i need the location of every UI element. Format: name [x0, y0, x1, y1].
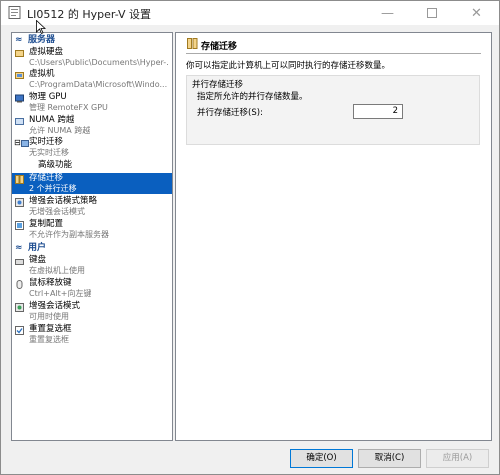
storage-migration-icon: [187, 38, 198, 49]
item-sublabel: 无增强会话模式: [29, 207, 85, 216]
sidebar-item-physical-gpu[interactable]: 物理 GPU 管理 RemoteFX GPU: [12, 92, 172, 113]
sidebar-item-live-migration[interactable]: ⊟ 实时迁移 无实时迁移: [12, 137, 172, 158]
item-sublabel: C:\Users\Public\Documents\Hyper-...: [29, 58, 169, 67]
sidebar-item-replication[interactable]: 复制配置 不允许作为副本服务器: [12, 219, 172, 240]
header-divider: [186, 53, 481, 54]
mouse-icon: [16, 280, 23, 289]
hyperv-settings-icon: [8, 6, 21, 19]
storage-migration-icon: [15, 175, 24, 184]
numa-icon: [15, 118, 24, 125]
expand-icon: ⊟: [14, 138, 21, 147]
sidebar-item-advanced-features[interactable]: 高级功能: [12, 160, 172, 172]
virtual-machine-icon: [15, 72, 24, 79]
sidebar-item-enhanced-session[interactable]: 增强会话模式 可用时使用: [12, 301, 172, 322]
enhanced-session-icon: [15, 303, 24, 312]
ok-button[interactable]: 确定(O): [290, 449, 353, 468]
maximize-button[interactable]: [409, 1, 454, 25]
parallel-migrations-input[interactable]: 2: [353, 104, 403, 119]
sidebar-item-enhanced-session-policy[interactable]: 增强会话模式策略 无增强会话模式: [12, 196, 172, 217]
section-user-label: 用户: [28, 243, 47, 253]
panel-title: 存储迁移: [201, 42, 238, 52]
item-sublabel: C:\ProgramData\Microsoft\Windo...: [29, 80, 168, 89]
sidebar-item-virtual-machine[interactable]: 虚拟机 C:\ProgramData\Microsoft\Windo...: [12, 69, 172, 90]
item-sublabel: 在虚拟机上使用: [29, 266, 85, 275]
settings-nav: ≈ 服务器 虚拟硬盘 C:\Users\Public\Documents\Hyp…: [11, 32, 173, 441]
close-button[interactable]: ✕: [454, 1, 499, 25]
panel-description: 你可以指定此计算机上可以同时执行的存储迁移数量。: [186, 61, 391, 71]
settings-panel: 存储迁移 你可以指定此计算机上可以同时执行的存储迁移数量。 并行存储迁移 指定所…: [175, 32, 492, 441]
section-user[interactable]: ≈ 用户: [12, 243, 172, 254]
maximize-icon: [426, 8, 437, 18]
item-sublabel: 不允许作为副本服务器: [29, 230, 109, 239]
item-sublabel: Ctrl+Alt+向左键: [29, 289, 92, 298]
mouse-cursor-icon: [36, 20, 46, 35]
group-title: 并行存储迁移: [192, 80, 244, 90]
cancel-button[interactable]: 取消(C): [358, 449, 421, 468]
collapse-chevron-icon: ≈: [15, 243, 23, 253]
enhanced-session-policy-icon: [15, 198, 24, 207]
sidebar-item-numa[interactable]: NUMA 跨越 允许 NUMA 跨越: [12, 115, 172, 136]
item-sublabel: 重置复选框: [29, 335, 69, 344]
item-label: 高级功能: [38, 160, 73, 170]
close-icon: ✕: [471, 5, 482, 21]
keyboard-icon: [15, 259, 24, 265]
item-sublabel: 无实时迁移: [29, 148, 69, 157]
item-sublabel: 管理 RemoteFX GPU: [29, 103, 108, 112]
parallel-migrations-label: 并行存储迁移(S):: [197, 108, 263, 118]
section-server-label: 服务器: [28, 35, 56, 45]
parallel-migrations-value: 2: [392, 106, 398, 116]
collapse-chevron-icon: ≈: [15, 35, 23, 45]
parallel-migrations-group: 并行存储迁移 指定所允许的并行存储数量。 并行存储迁移(S): 2: [186, 75, 480, 145]
sidebar-item-mouse-release[interactable]: 鼠标释放键 Ctrl+Alt+向左键: [12, 278, 172, 299]
title-bar: LI0512 的 Hyper-V 设置 — ✕: [1, 1, 499, 25]
sidebar-item-storage-migration[interactable]: 存储迁移 2 个并行迁移: [12, 173, 172, 194]
item-sublabel: 允许 NUMA 跨越: [29, 126, 91, 135]
group-description: 指定所允许的并行存储数量。: [197, 92, 308, 102]
sidebar-item-keyboard[interactable]: 键盘 在虚拟机上使用: [12, 255, 172, 276]
settings-window: LI0512 的 Hyper-V 设置 — ✕ ≈ 服务器 虚拟硬盘 C:\Us…: [0, 0, 500, 475]
minimize-icon: —: [381, 5, 394, 21]
minimize-button[interactable]: —: [365, 1, 410, 25]
item-sublabel: 2 个并行迁移: [29, 184, 77, 193]
sidebar-item-virtual-disk[interactable]: 虚拟硬盘 C:\Users\Public\Documents\Hyper-...: [12, 47, 172, 68]
item-sublabel: 可用时使用: [29, 312, 69, 321]
apply-button[interactable]: 应用(A): [426, 449, 489, 468]
section-server[interactable]: ≈ 服务器: [12, 35, 172, 46]
gpu-icon: [15, 94, 24, 103]
sidebar-item-reset-checkboxes[interactable]: 重置复选框 重置复选框: [12, 324, 172, 345]
replication-icon: [15, 221, 24, 230]
reset-checkbox-icon: [15, 326, 24, 335]
virtual-disk-icon: [15, 50, 24, 57]
